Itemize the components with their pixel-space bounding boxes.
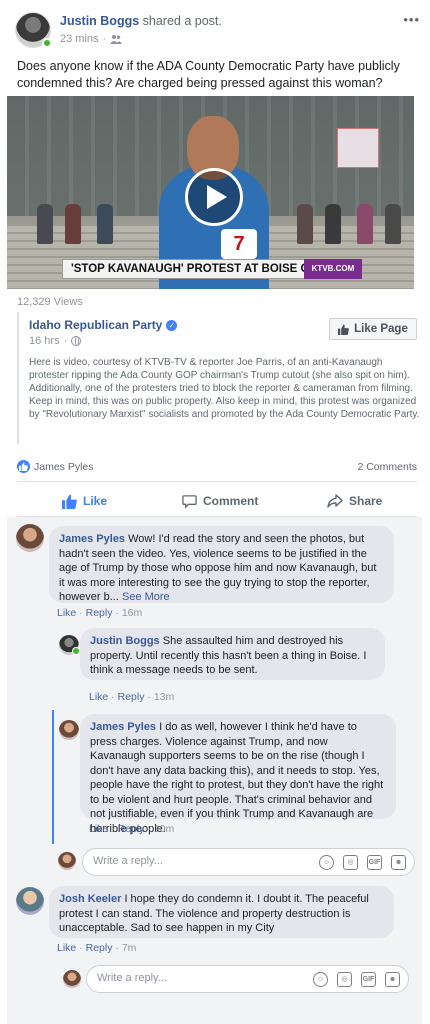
more-icon[interactable]: ••• xyxy=(403,12,420,27)
gif-icon[interactable]: GIF xyxy=(367,855,382,870)
verified-icon: ✓ xyxy=(166,319,178,331)
comment-reply-link[interactable]: Reply xyxy=(118,691,145,703)
comment-time[interactable]: 13m xyxy=(154,691,174,703)
shared-post-time[interactable]: 16 hrs xyxy=(29,335,60,347)
reply-tools: ☺ ◎ GIF ☻ xyxy=(319,855,406,870)
reaction-names[interactable]: James Pyles xyxy=(34,461,94,473)
reply-field[interactable]: ☺ ◎ GIF ☻ xyxy=(86,965,409,993)
comment-actions: Like · Reply · 16m xyxy=(57,607,143,619)
commenter-name[interactable]: Justin Boggs xyxy=(90,635,160,647)
divider xyxy=(17,481,417,482)
commenter-avatar[interactable] xyxy=(16,887,44,915)
comment-time[interactable]: 7m xyxy=(122,942,137,954)
comment-time[interactable]: 10m xyxy=(154,823,174,835)
comment-bubble: James Pyles Wow! I'd read the story and … xyxy=(49,526,394,603)
sticker-icon[interactable]: ☻ xyxy=(385,972,400,987)
sticker-icon[interactable]: ☻ xyxy=(391,855,406,870)
post-action-text: shared a post. xyxy=(142,14,222,28)
reply-input[interactable] xyxy=(97,972,307,984)
post-meta: 23 mins · xyxy=(60,33,123,45)
play-icon xyxy=(206,185,227,209)
post-author-line: Justin Boggs shared a post. xyxy=(60,14,222,28)
post-author-name[interactable]: Justin Boggs xyxy=(60,14,139,28)
commenter-avatar[interactable] xyxy=(59,720,79,740)
thumbs-up-icon xyxy=(338,323,349,335)
shared-page-name-row: Idaho Republican Party ✓ xyxy=(29,318,178,332)
share-icon xyxy=(327,494,343,508)
commenter-avatar[interactable] xyxy=(16,524,44,552)
post-time[interactable]: 23 mins xyxy=(60,33,99,45)
post-text: Does anyone know if the ADA County Democ… xyxy=(17,59,400,90)
comment-bubble: Josh Keeler I hope they do condemn it. I… xyxy=(49,886,394,938)
comment-reply-link[interactable]: Reply xyxy=(118,823,145,835)
camera-icon[interactable]: ◎ xyxy=(337,972,352,987)
reply-tools: ☺ ◎ GIF ☻ xyxy=(313,972,400,987)
post-header: Justin Boggs shared a post. 23 mins · ••… xyxy=(15,10,420,50)
commenter-name[interactable]: Josh Keeler xyxy=(59,893,121,905)
comment-time[interactable]: 16m xyxy=(122,607,142,619)
comment-bubble: James Pyles I do as well, however I thin… xyxy=(80,714,396,835)
shared-post: Idaho Republican Party ✓ 16 hrs · Like P… xyxy=(17,312,419,444)
thread-highlight-line xyxy=(52,710,54,844)
comment-reply-link[interactable]: Reply xyxy=(86,942,113,954)
reply-input[interactable] xyxy=(93,855,303,867)
like-reaction-icon[interactable] xyxy=(17,460,30,473)
online-status-icon xyxy=(42,38,52,48)
globe-icon xyxy=(71,336,82,346)
emoji-icon[interactable]: ☺ xyxy=(319,855,334,870)
reply-field[interactable]: ☺ ◎ GIF ☻ xyxy=(82,848,415,876)
comment-actions: Like · Reply · 7m xyxy=(57,942,137,954)
commenter-name[interactable]: James Pyles xyxy=(59,533,125,545)
video-views: 12,329 Views xyxy=(17,296,83,308)
shared-page-name[interactable]: Idaho Republican Party xyxy=(29,318,162,332)
feed-post: Justin Boggs shared a post. 23 mins · ••… xyxy=(0,0,430,1024)
play-button[interactable] xyxy=(185,168,243,226)
reactions-bar: James Pyles 2 Comments xyxy=(17,460,417,474)
video-station-logo: KTVB.COM xyxy=(304,259,362,279)
comment-like-link[interactable]: Like xyxy=(57,942,76,954)
online-status-icon xyxy=(72,647,80,655)
post-action-bar: Like Comment Share xyxy=(17,486,417,516)
comment-actions: Like · Reply · 10m xyxy=(89,823,175,835)
comment-reply-link[interactable]: Reply xyxy=(86,607,113,619)
comment-button[interactable]: Comment xyxy=(182,486,258,516)
emoji-icon[interactable]: ☺ xyxy=(313,972,328,987)
comments-count[interactable]: 2 Comments xyxy=(357,461,417,473)
my-avatar xyxy=(58,852,76,870)
like-button[interactable]: Like xyxy=(62,486,107,516)
video-player[interactable]: 7 'STOP KAVANAUGH' PROTEST AT BOISE CITY… xyxy=(7,96,414,289)
friends-icon[interactable] xyxy=(110,34,123,44)
shared-post-meta: 16 hrs · xyxy=(29,335,82,347)
share-button[interactable]: Share xyxy=(327,486,382,516)
comment-icon xyxy=(182,494,197,509)
comment-actions: Like · Reply · 13m xyxy=(89,691,175,703)
comment-bubble: Justin Boggs She assaulted him and destr… xyxy=(80,628,385,680)
see-more-link[interactable]: See More xyxy=(122,591,170,603)
shared-post-text: Here is video, courtesy of KTVB-TV & rep… xyxy=(29,357,420,420)
comment-like-link[interactable]: Like xyxy=(57,607,76,619)
comment-text: I do as well, however I think he'd have … xyxy=(90,721,384,835)
gif-icon[interactable]: GIF xyxy=(361,972,376,987)
like-icon xyxy=(62,494,77,509)
like-page-label: Like Page xyxy=(354,323,408,335)
channel-logo: 7 xyxy=(221,229,257,259)
my-avatar xyxy=(63,970,81,988)
comment-like-link[interactable]: Like xyxy=(89,823,108,835)
camera-icon[interactable]: ◎ xyxy=(343,855,358,870)
comment-like-link[interactable]: Like xyxy=(89,691,108,703)
commenter-name[interactable]: James Pyles xyxy=(90,721,156,733)
like-page-button[interactable]: Like Page xyxy=(329,318,417,340)
